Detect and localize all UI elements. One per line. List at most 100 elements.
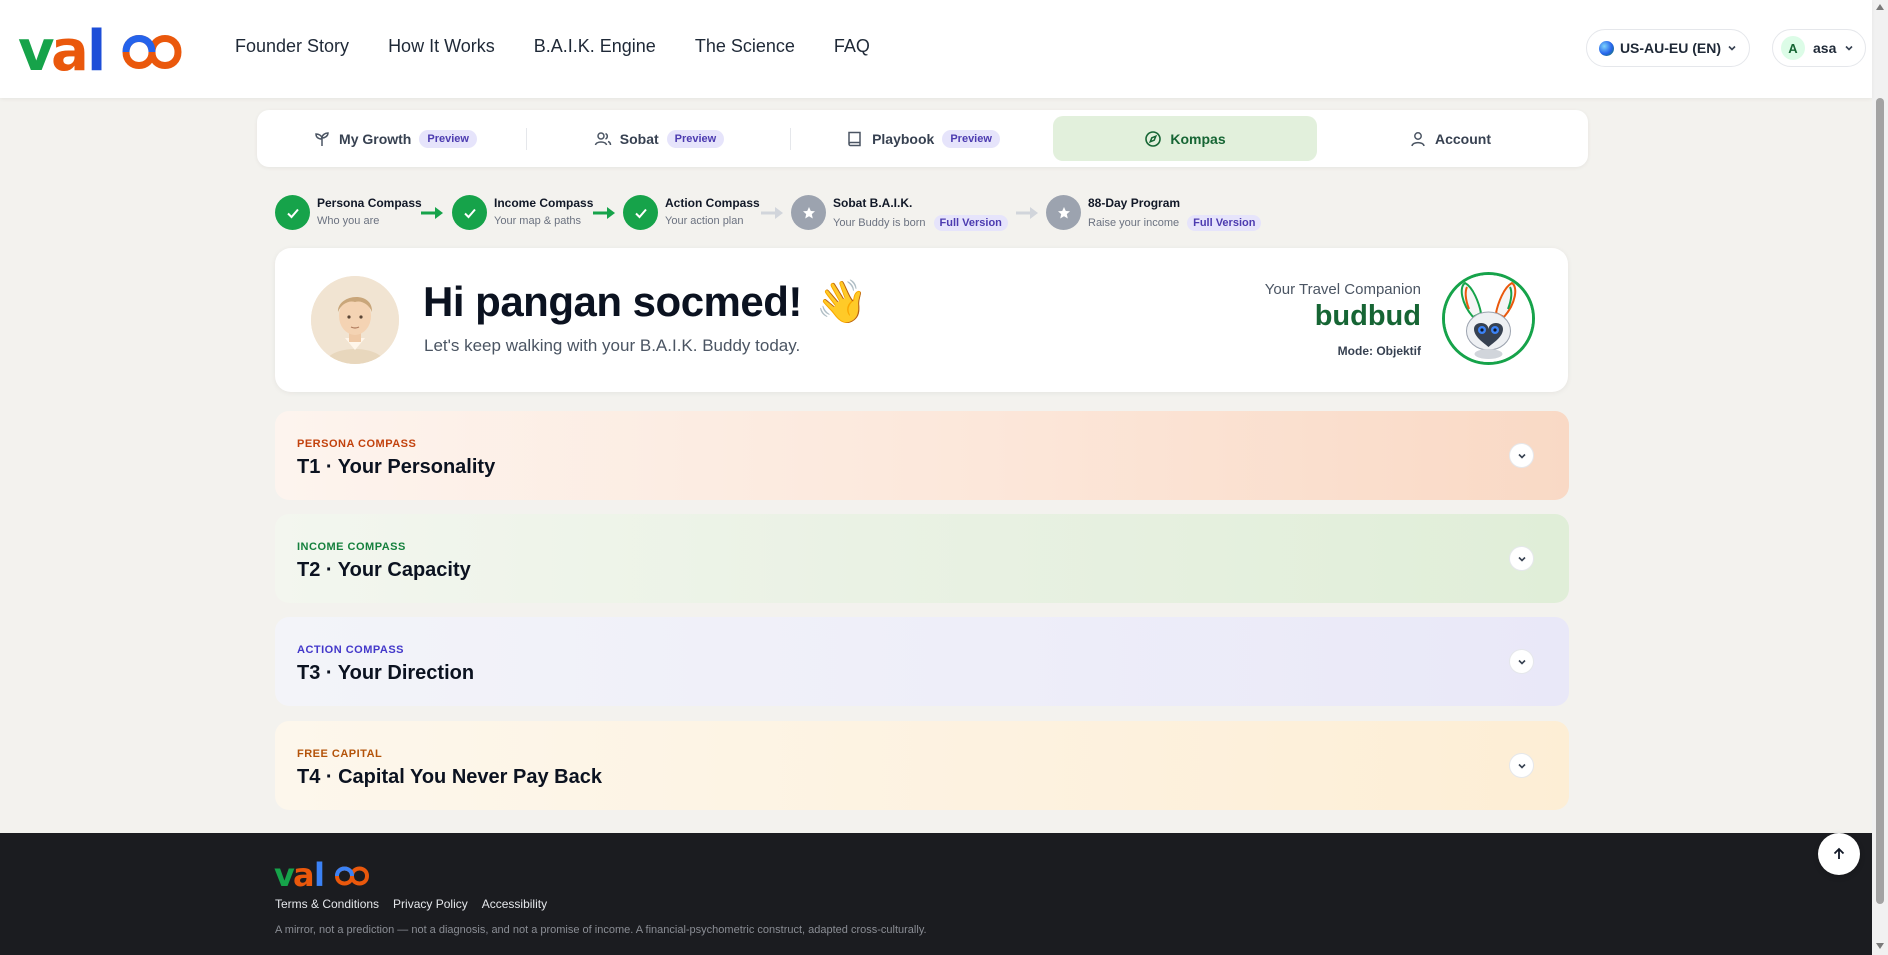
companion-label: Your Travel Companion xyxy=(1264,281,1421,298)
top-navbar: v a l Founder Story How It Works B.A.I.K… xyxy=(0,0,1872,98)
full-version-badge: Full Version xyxy=(1187,215,1262,231)
scroll-thumb[interactable] xyxy=(1876,98,1884,904)
scroll-up-arrow[interactable] xyxy=(1876,4,1884,10)
site-footer: v a l Terms & Conditions Privacy Policy … xyxy=(0,833,1872,955)
tab-playbook[interactable]: Playbook Preview xyxy=(791,116,1055,161)
footer-link-accessibility[interactable]: Accessibility xyxy=(482,897,547,911)
svg-text:a: a xyxy=(293,857,315,891)
avatar: A xyxy=(1781,36,1805,60)
globe-icon xyxy=(1598,40,1614,56)
expand-toggle-button[interactable] xyxy=(1509,443,1534,468)
step-title: Persona Compass xyxy=(317,196,422,210)
waving-hand-icon: 👋 xyxy=(815,278,868,325)
footer-link-privacy[interactable]: Privacy Policy xyxy=(393,897,468,911)
step-title: Action Compass xyxy=(665,196,760,210)
tab-my-growth[interactable]: My Growth Preview xyxy=(263,116,527,161)
tab-label: Kompas xyxy=(1170,130,1226,147)
arrow-up-icon xyxy=(1833,847,1845,859)
check-icon xyxy=(623,195,658,230)
check-icon xyxy=(275,195,310,230)
greeting-subtitle: Let's keep walking with your B.A.I.K. Bu… xyxy=(424,336,801,355)
step-title: 88-Day Program xyxy=(1088,196,1181,210)
footer-link-terms[interactable]: Terms & Conditions xyxy=(275,897,379,911)
arrow-right-icon xyxy=(1016,207,1038,219)
user-avatar-photo xyxy=(311,276,399,364)
expand-toggle-button[interactable] xyxy=(1509,649,1534,674)
step-subtitle: Who you are xyxy=(317,215,380,227)
chevron-down-icon xyxy=(1845,45,1853,51)
nav-founder-story[interactable]: Founder Story xyxy=(235,36,349,57)
chevron-down-icon xyxy=(1517,556,1526,562)
user-name: asa xyxy=(1813,40,1837,56)
svg-text:v: v xyxy=(18,20,55,78)
tab-account[interactable]: Account xyxy=(1318,116,1582,161)
tab-label: Sobat xyxy=(619,130,659,147)
tab-sobat[interactable]: Sobat Preview xyxy=(527,116,791,161)
step-subtitle: Your action plan xyxy=(665,215,744,227)
check-icon xyxy=(452,195,487,230)
svg-text:l: l xyxy=(314,857,325,891)
accordion-action-compass[interactable]: ACTION COMPASS T3 · Your Direction xyxy=(275,617,1569,706)
star-icon xyxy=(791,195,826,230)
tab-label: Playbook xyxy=(872,130,935,147)
full-version-badge: Full Version xyxy=(933,215,1008,231)
user-icon xyxy=(1411,131,1425,146)
section-tabs: My Growth Preview Sobat Preview Playbook… xyxy=(257,110,1588,167)
footer-disclaimer: A mirror, not a prediction — not a diagn… xyxy=(275,924,927,936)
user-menu-button[interactable]: A asa xyxy=(1772,29,1866,67)
star-icon xyxy=(1046,195,1081,230)
buddy-avatar[interactable] xyxy=(1442,272,1535,365)
accordion-income-compass[interactable]: INCOME COMPASS T2 · Your Capacity xyxy=(275,514,1569,603)
arrow-right-icon xyxy=(593,207,615,219)
expand-toggle-button[interactable] xyxy=(1509,753,1534,778)
sprout-icon xyxy=(315,131,329,146)
compass-icon xyxy=(1145,130,1162,147)
section-label: INCOME COMPASS xyxy=(297,541,406,553)
main-nav: Founder Story How It Works B.A.I.K. Engi… xyxy=(235,36,909,57)
section-title: T3 · Your Direction xyxy=(297,662,475,684)
nav-how-it-works[interactable]: How It Works xyxy=(388,36,495,57)
greeting-card: Hi pangan socmed! 👋 Let's keep walking wi… xyxy=(275,248,1568,392)
preview-badge: Preview xyxy=(942,129,1000,148)
valoo-footer-logo[interactable]: v a l xyxy=(274,857,376,891)
nav-faq[interactable]: FAQ xyxy=(834,36,870,57)
nav-baik-engine[interactable]: B.A.I.K. Engine xyxy=(534,36,656,57)
chevron-down-icon xyxy=(1728,45,1736,51)
users-icon xyxy=(594,131,611,145)
region-selector[interactable]: US-AU-EU (EN) xyxy=(1586,29,1750,67)
section-label: ACTION COMPASS xyxy=(297,644,405,656)
section-label: PERSONA COMPASS xyxy=(297,438,417,450)
book-icon xyxy=(848,131,861,146)
svg-text:a: a xyxy=(51,20,89,78)
preview-badge: Preview xyxy=(419,129,477,148)
footer-links: Terms & Conditions Privacy Policy Access… xyxy=(275,897,547,911)
section-title: T4 · Capital You Never Pay Back xyxy=(297,766,602,788)
accordion-free-capital[interactable]: FREE CAPITAL T4 · Capital You Never Pay … xyxy=(275,721,1569,810)
step-subtitle: Raise your income Full Version xyxy=(1088,215,1262,231)
chevron-down-icon xyxy=(1517,659,1526,665)
tab-label: Account xyxy=(1435,130,1491,147)
step-subtitle: Your map & paths xyxy=(494,215,582,227)
back-to-top-button[interactable] xyxy=(1818,833,1860,875)
companion-mode: Mode: Objektif xyxy=(1337,344,1421,358)
valoo-logo[interactable]: v a l xyxy=(18,20,190,78)
nav-the-science[interactable]: The Science xyxy=(695,36,795,57)
step-subtitle: Your Buddy is born Full Version xyxy=(833,215,1008,231)
greeting-title: Hi pangan socmed! 👋 xyxy=(423,278,868,325)
tab-kompas[interactable]: Kompas xyxy=(1053,116,1317,161)
section-label: FREE CAPITAL xyxy=(297,748,383,760)
chevron-down-icon xyxy=(1517,453,1526,459)
section-title: T2 · Your Capacity xyxy=(297,559,471,581)
svg-text:l: l xyxy=(87,20,106,78)
arrow-right-icon xyxy=(761,207,783,219)
svg-text:v: v xyxy=(274,857,295,891)
step-title: Income Compass xyxy=(494,196,594,210)
accordion-persona-compass[interactable]: PERSONA COMPASS T1 · Your Personality xyxy=(275,411,1569,500)
page-scrollbar[interactable] xyxy=(1872,0,1888,955)
preview-badge: Preview xyxy=(666,129,725,148)
scroll-down-arrow[interactable] xyxy=(1876,943,1884,949)
expand-toggle-button[interactable] xyxy=(1509,546,1534,571)
step-title: Sobat B.A.I.K. xyxy=(833,196,913,210)
arrow-right-icon xyxy=(421,207,443,219)
section-title: T1 · Your Personality xyxy=(297,456,496,478)
